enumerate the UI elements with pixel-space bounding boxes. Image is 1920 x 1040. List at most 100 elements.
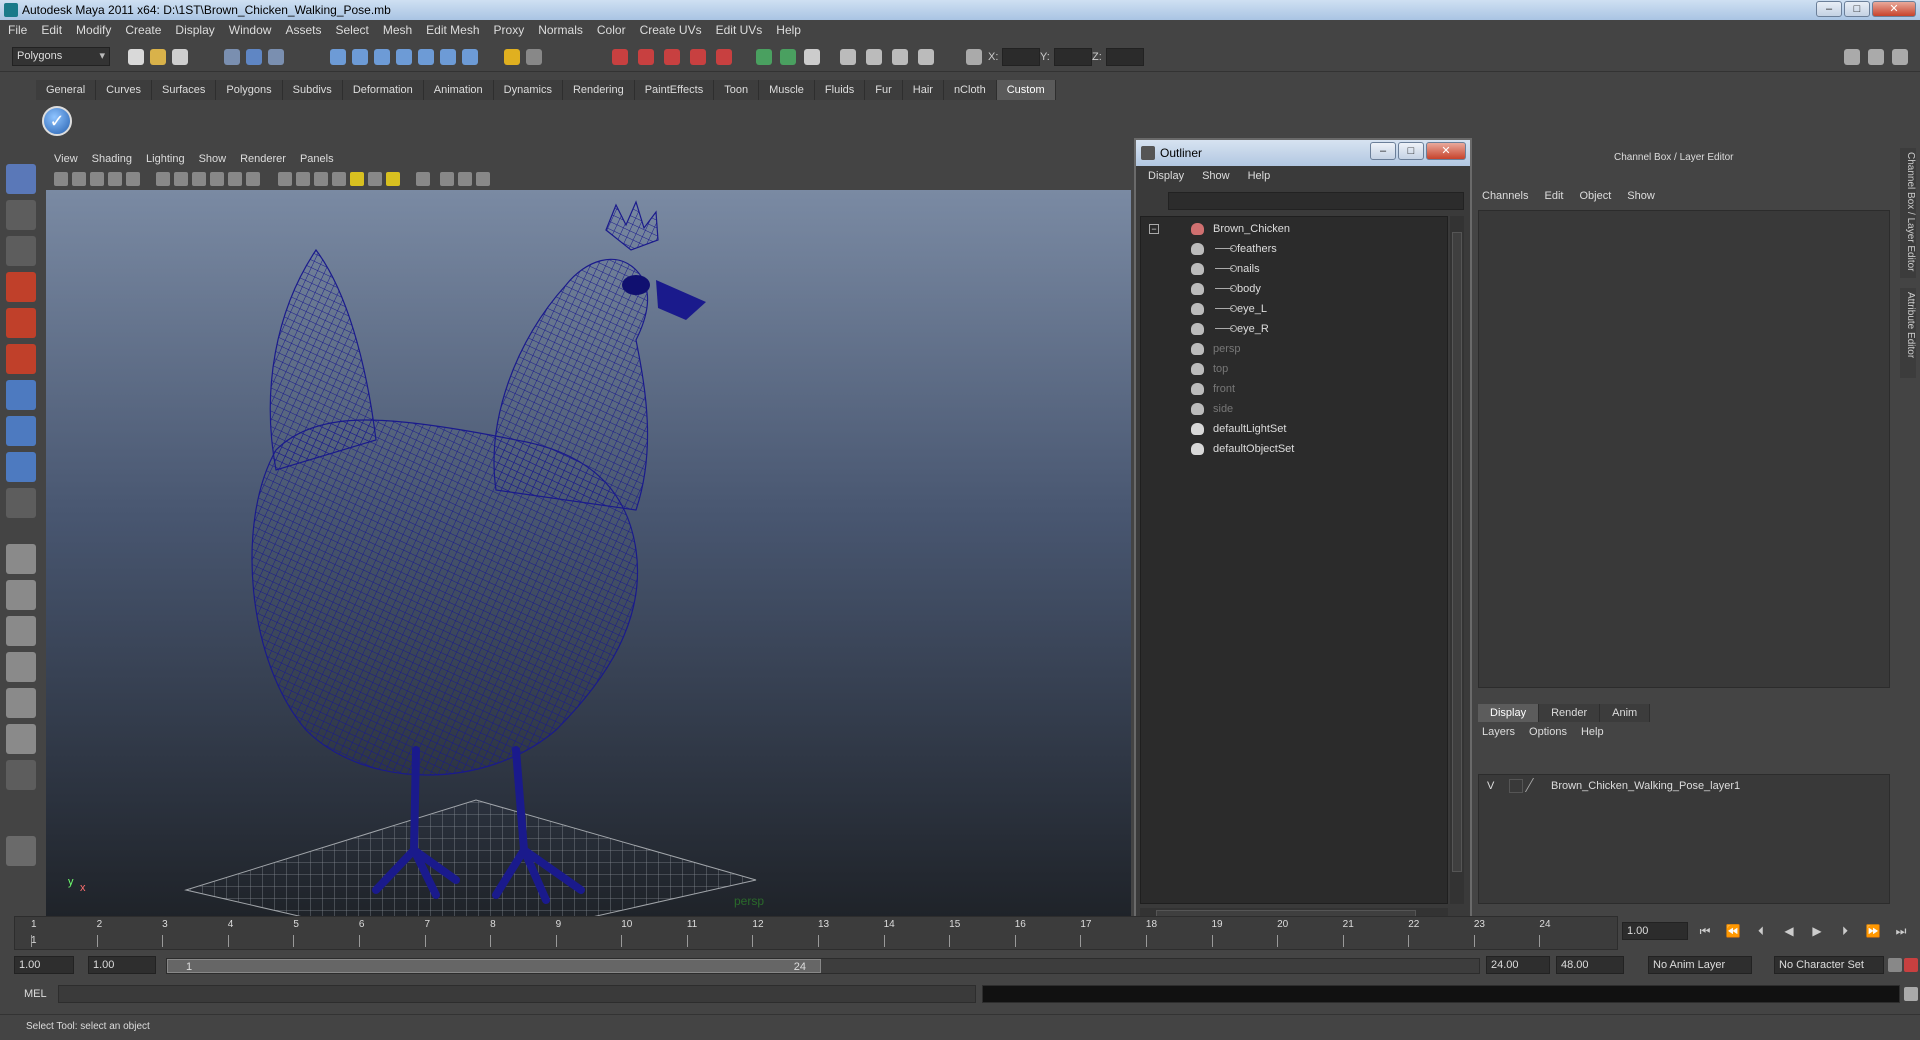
step-forward-frame-icon[interactable]: ⏵	[1836, 924, 1854, 938]
gate-mask-icon[interactable]	[192, 172, 206, 186]
outliner-minimize-button[interactable]: –	[1370, 142, 1396, 160]
last-tool-icon[interactable]	[6, 488, 36, 518]
outliner-item-persp[interactable]: persp	[1141, 339, 1441, 359]
render-current-icon[interactable]	[638, 49, 654, 65]
layer-playback-toggle[interactable]	[1509, 779, 1523, 793]
field-chart-icon[interactable]	[210, 172, 224, 186]
outliner-item-front[interactable]: front	[1141, 379, 1441, 399]
outliner-item-body[interactable]: body	[1141, 279, 1441, 299]
image-plane-icon[interactable]	[108, 172, 122, 186]
paint-select-icon[interactable]	[6, 236, 36, 266]
outliner-vertical-scrollbar[interactable]	[1450, 216, 1464, 904]
mel-input[interactable]	[58, 985, 976, 1003]
character-set-selector[interactable]: No Character Set	[1774, 956, 1884, 974]
persp-outliner-layout-icon[interactable]	[6, 616, 36, 646]
mode-selector[interactable]: Polygons	[12, 47, 110, 66]
layer-row[interactable]: V Brown_Chicken_Walking_Pose_layer1	[1479, 775, 1891, 797]
outliner-item-top[interactable]: top	[1141, 359, 1441, 379]
layer-tab-display[interactable]: Display	[1478, 704, 1540, 722]
menu-color[interactable]: Color	[597, 23, 626, 37]
universal-manip-icon[interactable]	[6, 380, 36, 410]
menu-help[interactable]: Help	[776, 23, 801, 37]
layer-visibility-toggle[interactable]: V	[1487, 775, 1494, 797]
move-tool-icon[interactable]	[6, 272, 36, 302]
z-coord-field[interactable]	[1106, 48, 1144, 66]
outliner-close-button[interactable]: ✕	[1426, 142, 1466, 160]
go-to-start-icon[interactable]: ⏮	[1696, 924, 1714, 938]
layer-name[interactable]: Brown_Chicken_Walking_Pose_layer1	[1551, 775, 1740, 797]
select-tool-icon[interactable]	[6, 164, 36, 194]
maximize-button[interactable]: □	[1844, 1, 1870, 17]
range-slider-handle[interactable]: 1 24	[167, 959, 821, 973]
animation-end-field[interactable]: 48.00	[1556, 956, 1624, 974]
shelf-tab-toon[interactable]: Toon	[714, 80, 760, 100]
viewport-menu-renderer[interactable]: Renderer	[240, 150, 286, 168]
layer-menu-options[interactable]: Options	[1529, 726, 1567, 738]
step-back-key-icon[interactable]: ⏪	[1724, 924, 1742, 938]
shelf-tab-custom[interactable]: Custom	[996, 80, 1056, 100]
outliner-menu-display[interactable]: Display	[1148, 166, 1184, 186]
select-component-icon[interactable]	[268, 49, 284, 65]
x-coord-field[interactable]	[1002, 48, 1040, 66]
scale-tool-icon[interactable]	[6, 344, 36, 374]
rotate-tool-icon[interactable]	[6, 308, 36, 338]
toggle-attr-icon[interactable]	[804, 49, 820, 65]
shelf-tab-polygons[interactable]: Polygons	[216, 80, 283, 100]
go-to-end-icon[interactable]: ⏭	[1892, 924, 1910, 938]
isolate-select-icon[interactable]	[416, 172, 430, 186]
shelf-tab-fluids[interactable]: Fluids	[815, 80, 866, 100]
outliner-menu-show[interactable]: Show	[1202, 166, 1230, 186]
xray-joints-icon[interactable]	[458, 172, 472, 186]
snap-curve-icon[interactable]	[352, 49, 368, 65]
channel-menu-object[interactable]: Object	[1579, 190, 1611, 202]
snap-view-plane-icon[interactable]	[396, 49, 412, 65]
xray-icon[interactable]	[440, 172, 454, 186]
layer-color-icon[interactable]	[1524, 778, 1544, 792]
menu-edit[interactable]: Edit	[41, 23, 62, 37]
menu-modify[interactable]: Modify	[76, 23, 111, 37]
shelf-tab-deformation[interactable]: Deformation	[343, 80, 424, 100]
shelf-tab-curves[interactable]: Curves	[96, 80, 152, 100]
shelf-tab-painteffects[interactable]: PaintEffects	[635, 80, 715, 100]
history-icon[interactable]	[504, 49, 520, 65]
channel-menu-channels[interactable]: Channels	[1482, 190, 1528, 202]
snap-grid-icon[interactable]	[330, 49, 346, 65]
bookmark-icon[interactable]	[90, 172, 104, 186]
menu-edit-mesh[interactable]: Edit Mesh	[426, 23, 479, 37]
minimize-button[interactable]: –	[1816, 1, 1842, 17]
render-view-icon[interactable]	[612, 49, 628, 65]
channel-menu-edit[interactable]: Edit	[1544, 190, 1563, 202]
viewport-menu-panels[interactable]: Panels	[300, 150, 334, 168]
checkmark-shelf-icon[interactable]: ✓	[42, 106, 72, 136]
snap-point-icon[interactable]	[374, 49, 390, 65]
outliner-item-defaultobjectset[interactable]: defaultObjectSet	[1141, 439, 1441, 459]
show-hide-channel-icon[interactable]	[1844, 49, 1860, 65]
tab-channel-box-layer-editor[interactable]: Channel Box / Layer Editor	[1900, 148, 1916, 278]
xray-components-icon[interactable]	[476, 172, 490, 186]
menu-display[interactable]: Display	[175, 23, 214, 37]
layer-menu-help[interactable]: Help	[1581, 726, 1604, 738]
y-coord-field[interactable]	[1054, 48, 1092, 66]
tab-attribute-editor[interactable]: Attribute Editor	[1900, 288, 1916, 378]
layer-editor-toggle-icon[interactable]	[892, 49, 908, 65]
menu-create-uvs[interactable]: Create UVs	[640, 23, 702, 37]
input-ops-icon[interactable]	[440, 49, 456, 65]
outliner-vscroll-thumb[interactable]	[1452, 232, 1462, 872]
outliner-filter-input[interactable]	[1168, 192, 1464, 210]
current-time-marker[interactable]: 1	[31, 935, 37, 946]
menu-file[interactable]: File	[8, 23, 27, 37]
shadows-icon[interactable]	[386, 172, 400, 186]
play-backward-icon[interactable]: ◀	[1780, 924, 1798, 938]
resolution-gate-icon[interactable]	[174, 172, 188, 186]
menu-mesh[interactable]: Mesh	[383, 23, 412, 37]
collapse-toggle-icon[interactable]: −	[1149, 224, 1159, 234]
outliner-item-eye-l[interactable]: eye_L	[1141, 299, 1441, 319]
close-button[interactable]: ✕	[1872, 1, 1916, 17]
ipr-render-icon[interactable]	[664, 49, 680, 65]
show-manip-icon[interactable]	[6, 452, 36, 482]
persp-graph-hypergraph-icon[interactable]	[6, 724, 36, 754]
step-forward-key-icon[interactable]: ⏩	[1864, 924, 1882, 938]
viewport-menu-show[interactable]: Show	[199, 150, 227, 168]
perspective-viewport[interactable]: y x persp	[46, 190, 1131, 916]
grid-toggle-icon[interactable]	[126, 172, 140, 186]
